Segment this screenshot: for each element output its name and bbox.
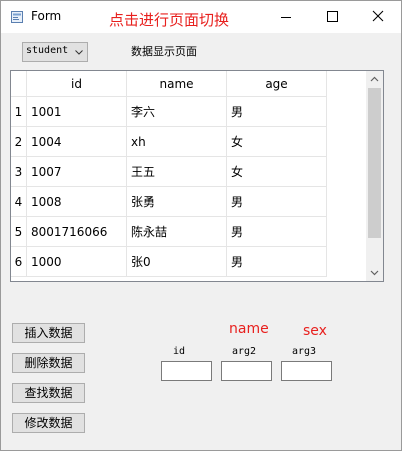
vertical-scrollbar[interactable] xyxy=(366,71,383,281)
qt-form-icon xyxy=(11,11,23,23)
row-header[interactable]: 1 xyxy=(11,97,27,127)
delete-button[interactable]: 删除数据 xyxy=(12,353,85,373)
table-cell[interactable]: 1008 xyxy=(27,187,127,217)
window-title: Form xyxy=(31,9,62,23)
table-cell[interactable]: 女 xyxy=(227,127,327,157)
table-cell[interactable]: 王五 xyxy=(127,157,227,187)
insert-button[interactable]: 插入数据 xyxy=(12,323,85,343)
close-icon xyxy=(372,10,384,22)
arg3-label: arg3 xyxy=(292,346,317,357)
id-field[interactable] xyxy=(161,361,212,381)
row-header[interactable]: 4 xyxy=(11,187,27,217)
table-cell[interactable]: 8001716066 xyxy=(27,217,127,247)
arg2-label: arg2 xyxy=(232,346,257,357)
name-annotation: name xyxy=(229,321,269,337)
close-button[interactable] xyxy=(355,1,401,33)
page-select[interactable]: student xyxy=(22,42,88,62)
table-cell[interactable]: 男 xyxy=(227,217,327,247)
table-cell[interactable]: 男 xyxy=(227,187,327,217)
table-cell[interactable]: 男 xyxy=(227,247,327,277)
column-header-age[interactable]: age xyxy=(227,71,327,97)
table-cell[interactable]: 男 xyxy=(227,97,327,127)
table-cell[interactable]: 女 xyxy=(227,157,327,187)
table-cell[interactable]: 1007 xyxy=(27,157,127,187)
minimize-button[interactable] xyxy=(263,1,309,33)
row-header[interactable]: 6 xyxy=(11,247,27,277)
arg2-field[interactable] xyxy=(221,361,272,381)
id-label: id xyxy=(173,346,186,357)
chevron-down-icon xyxy=(75,50,83,55)
table-corner[interactable] xyxy=(11,71,27,97)
table-cell[interactable]: 张勇 xyxy=(127,187,227,217)
form-window: Form 点击进行页面切换 student 数据显示页面 id name age… xyxy=(0,0,402,451)
table-cell[interactable]: 张0 xyxy=(127,247,227,277)
arg3-field[interactable] xyxy=(281,361,332,381)
row-header[interactable]: 3 xyxy=(11,157,27,187)
maximize-icon xyxy=(327,11,338,22)
maximize-button[interactable] xyxy=(309,1,355,33)
column-header-id[interactable]: id xyxy=(27,71,127,97)
table-cell[interactable]: 1000 xyxy=(27,247,127,277)
row-header[interactable]: 5 xyxy=(11,217,27,247)
row-header[interactable]: 2 xyxy=(11,127,27,157)
sex-annotation: sex xyxy=(303,323,327,339)
table-cell[interactable]: xh xyxy=(127,127,227,157)
table-cell[interactable]: 1004 xyxy=(27,127,127,157)
page-select-value: student xyxy=(26,45,69,56)
column-header-name[interactable]: name xyxy=(127,71,227,97)
query-button[interactable]: 查找数据 xyxy=(12,383,85,403)
data-table[interactable]: id name age 1 1001 李六 男 2 1004 xh 女 3 10… xyxy=(10,70,384,282)
table-cell[interactable]: 李六 xyxy=(127,97,227,127)
modify-button[interactable]: 修改数据 xyxy=(12,413,85,433)
scrollbar-thumb[interactable] xyxy=(368,88,381,238)
page-label: 数据显示页面 xyxy=(131,45,197,58)
scroll-down-icon[interactable] xyxy=(366,264,383,281)
table-cell[interactable]: 陈永喆 xyxy=(127,217,227,247)
page-switch-annotation: 点击进行页面切换 xyxy=(109,11,230,29)
scroll-up-icon[interactable] xyxy=(366,71,383,88)
minimize-icon xyxy=(281,17,291,18)
table-cell[interactable]: 1001 xyxy=(27,97,127,127)
title-bar[interactable]: Form 点击进行页面切换 xyxy=(1,1,401,33)
